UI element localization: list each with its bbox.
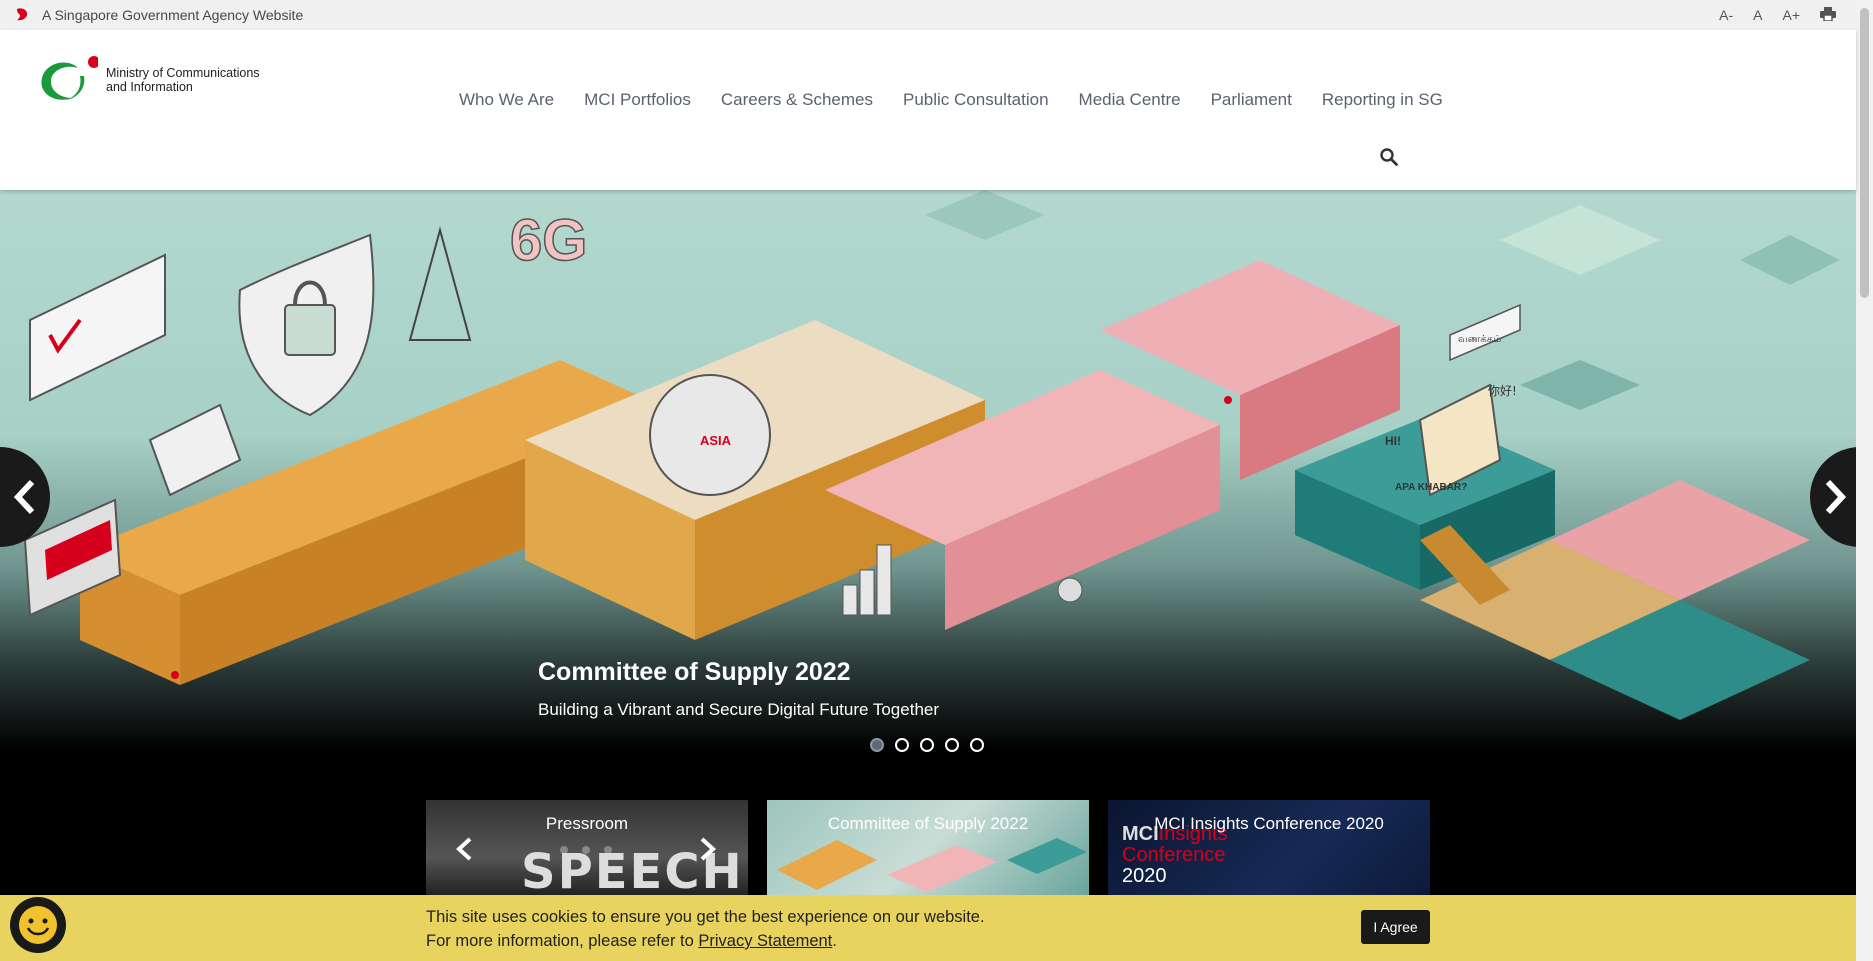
- accessibility-tools: A- A A+: [1719, 0, 1836, 30]
- carousel-dot-4[interactable]: [945, 738, 959, 752]
- cookie-line-1: This site uses cookies to ensure you get…: [426, 908, 985, 926]
- nav-who-we-are[interactable]: Who We Are: [444, 90, 569, 110]
- hero-6g-label: 6G: [510, 208, 587, 273]
- logo-line-2: and Information: [106, 80, 193, 94]
- mci-logo-mark: [38, 54, 100, 106]
- cookie-message: This site uses cookies to ensure you get…: [426, 905, 985, 953]
- carousel-dot-1[interactable]: [870, 738, 884, 752]
- carousel-indicators: [870, 738, 984, 752]
- font-size-reset-button[interactable]: A: [1753, 7, 1762, 23]
- feedback-smiley-button[interactable]: [10, 897, 66, 953]
- gov-agency-text: A Singapore Government Agency Website: [42, 7, 304, 23]
- site-header: Ministry of Communications and Informati…: [0, 30, 1856, 190]
- cookie-line-2-suffix: .: [832, 932, 837, 950]
- hero-carousel: 6G ASIA HI! APA KHABAR? வணக்கம் 你好! Comm…: [0, 190, 1856, 800]
- pressroom-card-title: Pressroom: [545, 814, 629, 833]
- insights-conference-card-title: MCI Insights Conference 2020: [1154, 814, 1384, 833]
- gov-masthead: A Singapore Government Agency Website A-…: [0, 0, 1856, 30]
- privacy-statement-link[interactable]: Privacy Statement: [698, 932, 832, 950]
- hero-hi-label: HI!: [1385, 434, 1401, 448]
- chevron-left-icon[interactable]: [454, 836, 474, 862]
- main-nav: Who We Are MCI Portfolios Careers & Sche…: [444, 90, 1458, 110]
- hero-nihao-label: 你好!: [1488, 384, 1517, 398]
- logo-line-1: Ministry of Communications: [106, 66, 260, 80]
- chevron-right-icon[interactable]: [698, 836, 718, 862]
- hero-subtitle: Building a Vibrant and Secure Digital Fu…: [538, 700, 940, 719]
- cookie-line-2-prefix: For more information, please refer to: [426, 932, 699, 950]
- hero-asia-label: ASIA: [700, 433, 732, 448]
- cookie-agree-button[interactable]: I Agree: [1361, 910, 1430, 944]
- nav-careers-schemes[interactable]: Careers & Schemes: [706, 90, 888, 110]
- cookie-line-2: For more information, please refer to Pr…: [426, 929, 985, 953]
- scrollbar-thumb[interactable]: [1860, 8, 1869, 298]
- font-size-increase-button[interactable]: A+: [1782, 7, 1800, 23]
- hero-apa-label: APA KHABAR?: [1395, 482, 1467, 493]
- smiley-face-icon: [19, 906, 57, 944]
- search-icon[interactable]: [1380, 148, 1402, 170]
- hero-vanakkam-label: வணக்கம்: [1458, 334, 1501, 345]
- insights-logo-conference: Conference: [1122, 844, 1226, 866]
- page-scrollbar[interactable]: [1856, 0, 1873, 961]
- lion-head-icon: [14, 7, 30, 23]
- carousel-dot-2[interactable]: [895, 738, 909, 752]
- insights-logo-year: 2020: [1122, 865, 1167, 887]
- committee-of-supply-card[interactable]: Committee of Supply 2022: [767, 800, 1089, 895]
- committee-of-supply-card-title: Committee of Supply 2022: [827, 814, 1029, 833]
- insights-conference-card[interactable]: MCI Insights Conference 2020 MCIInsights…: [1108, 800, 1430, 895]
- cookie-banner: This site uses cookies to ensure you get…: [0, 895, 1856, 961]
- hero-title[interactable]: Committee of Supply 2022: [538, 658, 851, 687]
- carousel-dot-5[interactable]: [970, 738, 984, 752]
- mci-logo[interactable]: Ministry of Communications and Informati…: [38, 52, 278, 108]
- nav-public-consultation[interactable]: Public Consultation: [888, 90, 1064, 110]
- nav-media-centre[interactable]: Media Centre: [1064, 90, 1196, 110]
- pressroom-card[interactable]: Pressroom SPEECH: [426, 800, 748, 895]
- font-size-decrease-button[interactable]: A-: [1719, 7, 1733, 23]
- mci-logo-text: Ministry of Communications and Informati…: [106, 66, 276, 94]
- nav-reporting-in-sg[interactable]: Reporting in SG: [1307, 90, 1458, 110]
- nav-mci-portfolios[interactable]: MCI Portfolios: [569, 90, 706, 110]
- carousel-dot-3[interactable]: [920, 738, 934, 752]
- nav-parliament[interactable]: Parliament: [1196, 90, 1307, 110]
- print-icon[interactable]: [1820, 6, 1836, 24]
- chevron-left-icon: [13, 479, 35, 515]
- chevron-right-icon: [1825, 479, 1847, 515]
